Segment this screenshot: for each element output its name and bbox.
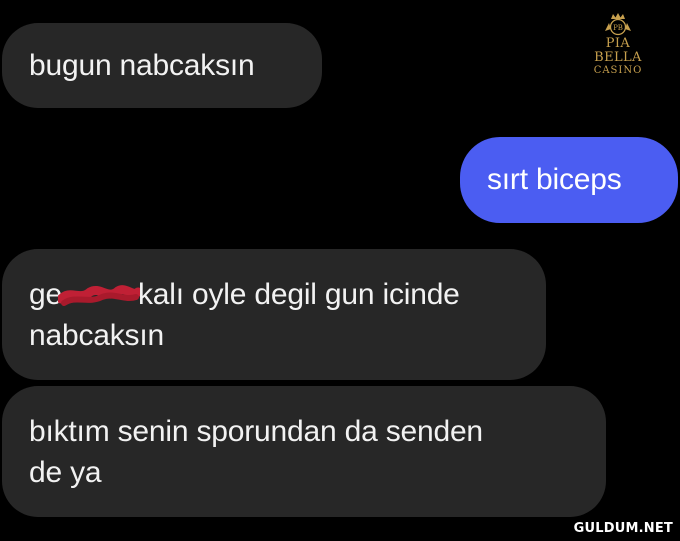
redaction-scribble [57,285,140,306]
message-bubble-received[interactable]: bıktım senin sporundan da senden de ya [2,386,606,517]
message-line: nabcaksın [29,319,164,352]
crown-crest-icon: PB [605,13,631,36]
message-line: ge kalı oyle degil gun icinde [29,274,546,315]
message-bubble-received[interactable]: ge kalı oyle degil gun icinde nabcaksın [2,249,546,380]
message-line: de ya [29,456,102,489]
casino-logo: PB PIA BELLA CASINO [580,12,656,76]
message-bubble-sent[interactable]: sırt biceps [460,137,678,223]
site-watermark: GULDUM.NET [573,521,673,536]
message-text-suffix: kalı oyle degil gun icinde [137,278,460,311]
message-text: bugun nabcaksın [29,49,255,82]
logo-brand-text: PIA BELLA [594,36,642,65]
svg-text:PB: PB [613,24,623,32]
message-bubble-received[interactable]: bugun nabcaksın [2,23,322,108]
logo-subtitle-text: CASINO [593,65,643,76]
message-line: bıktım senin sporundan da senden [29,415,483,448]
message-text: sırt biceps [487,163,622,196]
